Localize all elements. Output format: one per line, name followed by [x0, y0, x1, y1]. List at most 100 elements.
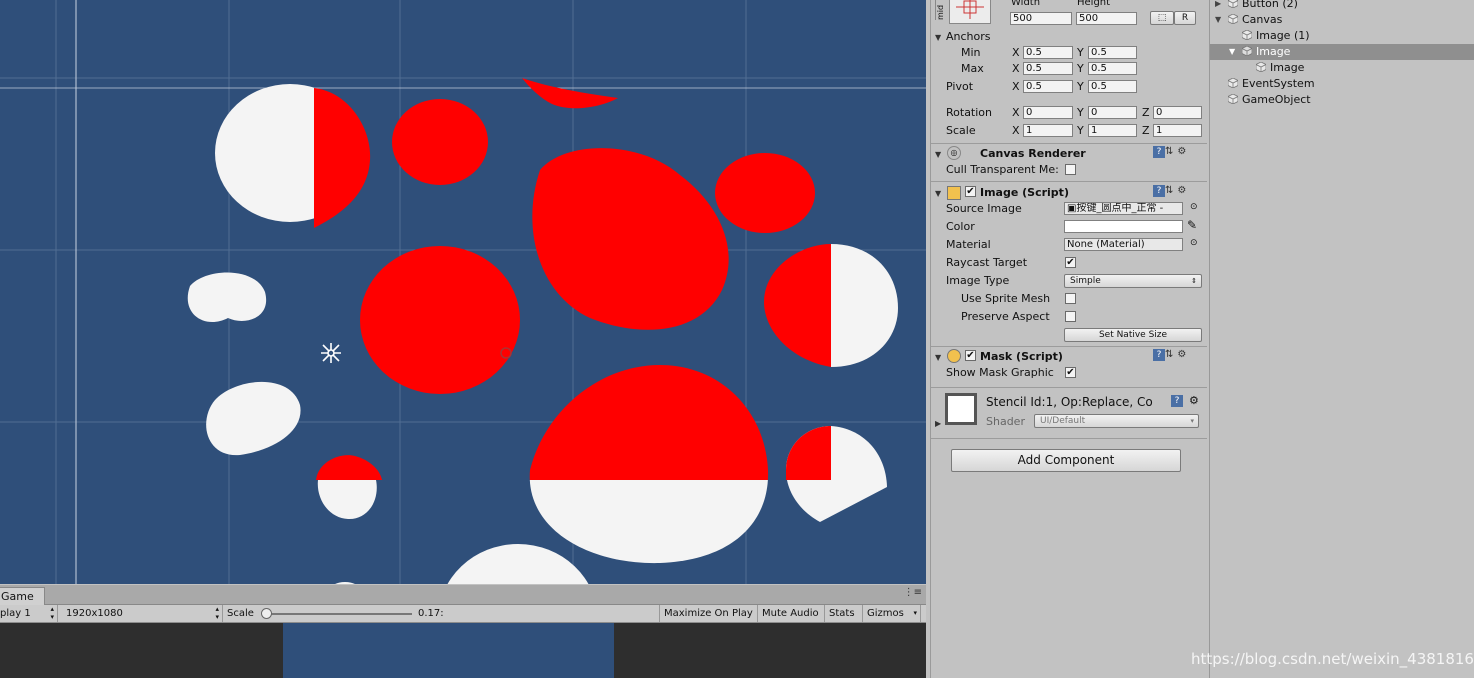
anchor-max-x-field[interactable]: 0.5 — [1023, 62, 1073, 75]
shader-dropdown[interactable]: UI/Default ▾ — [1034, 414, 1199, 428]
material-label: Material — [946, 238, 991, 251]
anchor-preset-button[interactable] — [949, 0, 991, 24]
expanded-arrow-icon[interactable]: ▼ — [1229, 44, 1235, 60]
preset-icon[interactable]: ⇅ — [1165, 146, 1177, 157]
object-picker-icon[interactable]: ⊙ — [1190, 238, 1198, 248]
separator — [931, 346, 1207, 347]
hierarchy-item-label: Button (2) — [1242, 0, 1298, 10]
raw-edit-button[interactable]: R — [1174, 11, 1196, 25]
game-render[interactable] — [283, 623, 614, 678]
pivot-x-field[interactable]: 0.5 — [1023, 80, 1073, 93]
use-sprite-mesh-label: Use Sprite Mesh — [961, 292, 1051, 305]
rotation-z-field[interactable]: 0 — [1153, 106, 1202, 119]
mute-audio-toggle[interactable]: Mute Audio — [758, 605, 825, 622]
anchors-foldout-icon[interactable]: ▼ — [935, 33, 941, 42]
anchor-min-x-field[interactable]: 0.5 — [1023, 46, 1073, 59]
gear-icon[interactable]: ⚙ — [1177, 349, 1190, 360]
cull-transparent-checkbox[interactable] — [1065, 164, 1076, 175]
hierarchy-item-label: Image (1) — [1256, 29, 1310, 42]
anchors-label: Anchors — [946, 30, 991, 43]
hierarchy-item[interactable]: ▼ Canvas — [1210, 12, 1474, 28]
hierarchy-item[interactable]: Image (1) — [1210, 28, 1474, 44]
gear-icon[interactable]: ⚙ — [1177, 185, 1190, 196]
hierarchy-item[interactable]: Image — [1210, 60, 1474, 76]
raycast-target-checkbox[interactable]: ✔ — [1065, 257, 1076, 268]
scale-y-field[interactable]: 1 — [1088, 124, 1137, 137]
preserve-aspect-checkbox[interactable] — [1065, 311, 1076, 322]
rotation-x-field[interactable]: 0 — [1023, 106, 1073, 119]
blueprint-icon: ⬚ — [1157, 13, 1167, 23]
gear-icon[interactable]: ⚙ — [1177, 146, 1190, 157]
help-icon[interactable]: ? — [1153, 349, 1165, 361]
set-native-size-button[interactable]: Set Native Size — [1064, 328, 1202, 342]
source-image-field[interactable]: ▣按键_圆点中_正常 - — [1064, 202, 1183, 215]
blob-red-right — [715, 153, 815, 233]
rotation-x-axis: X — [1012, 106, 1020, 119]
game-tab-bar: Game ⋮≡ — [0, 585, 926, 605]
image-component-icon — [947, 186, 961, 200]
display-dropdown-value: play 1 — [0, 608, 31, 619]
tab-game[interactable]: Game — [0, 587, 45, 605]
gizmos-dropdown[interactable]: Gizmos ▾ — [863, 605, 921, 622]
stats-toggle[interactable]: Stats — [825, 605, 863, 622]
gear-icon[interactable]: ⚙ — [1189, 394, 1199, 407]
hierarchy-item[interactable]: ▶ Button (2) — [1210, 0, 1474, 12]
show-mask-graphic-checkbox[interactable]: ✔ — [1065, 367, 1076, 378]
scale-slider-thumb[interactable] — [260, 608, 272, 619]
resolution-dropdown-value: 1920x1080 — [66, 608, 123, 619]
anchor-max-y-field[interactable]: 0.5 — [1088, 62, 1137, 75]
scale-x-field[interactable]: 1 — [1023, 124, 1073, 137]
eyedropper-icon[interactable]: ✎ — [1187, 218, 1197, 232]
component-header-icons[interactable]: ? ⇅⚙ — [1153, 185, 1190, 197]
mask-enabled-checkbox[interactable]: ✔ — [965, 350, 976, 361]
scene-canvas — [0, 0, 926, 584]
gameobject-icon — [1255, 61, 1267, 73]
hierarchy-item[interactable]: GameObject — [1210, 92, 1474, 108]
use-sprite-mesh-checkbox[interactable] — [1065, 293, 1076, 304]
resolution-dropdown[interactable]: 1920x1080 ▴ ▾ — [62, 605, 223, 622]
panel-menu-icon[interactable]: ⋮≡ — [904, 587, 922, 598]
width-field[interactable]: 500 — [1010, 12, 1072, 25]
scene-view[interactable] — [0, 0, 926, 584]
display-dropdown[interactable]: play 1 ▴ ▾ — [0, 605, 58, 622]
image-script-title: Image (Script) — [980, 186, 1069, 199]
scale-y-axis: Y — [1077, 124, 1084, 137]
move-gizmo[interactable] — [321, 343, 341, 363]
material-foldout-icon[interactable]: ▶ — [935, 419, 941, 428]
help-icon[interactable]: ? — [1171, 395, 1183, 407]
dropdown-arrow-icon: ▾ — [913, 609, 917, 617]
add-component-button[interactable]: Add Component — [951, 449, 1181, 472]
object-picker-icon[interactable]: ⊙ — [1190, 202, 1198, 212]
preset-icon[interactable]: ⇅ — [1165, 185, 1177, 196]
scale-slider-track[interactable] — [266, 613, 412, 615]
hierarchy-item[interactable]: EventSystem — [1210, 76, 1474, 92]
collapsed-arrow-icon[interactable]: ▶ — [1215, 0, 1221, 12]
blueprint-mode-button[interactable]: ⬚ — [1150, 11, 1174, 25]
maximize-on-play-toggle[interactable]: Maximize On Play — [659, 605, 758, 622]
material-field[interactable]: None (Material) — [1064, 238, 1183, 251]
image-type-dropdown[interactable]: Simple ⇕ — [1064, 274, 1202, 288]
stencil-info: Stencil Id:1, Op:Replace, Co — [986, 395, 1153, 409]
canvas-renderer-foldout-icon[interactable]: ▼ — [935, 150, 941, 159]
hierarchy-item[interactable]: ▼ Image — [1210, 44, 1474, 60]
image-enabled-checkbox[interactable]: ✔ — [965, 186, 976, 197]
expanded-arrow-icon[interactable]: ▼ — [1215, 12, 1221, 28]
rotation-label: Rotation — [946, 106, 993, 119]
component-header-icons[interactable]: ? ⇅⚙ — [1153, 146, 1190, 158]
scale-z-field[interactable]: 1 — [1153, 124, 1202, 137]
image-foldout-icon[interactable]: ▼ — [935, 189, 941, 198]
image-type-value: Simple — [1070, 276, 1101, 286]
rotation-y-field[interactable]: 0 — [1088, 106, 1137, 119]
anchor-min-y-field[interactable]: 0.5 — [1088, 46, 1137, 59]
mask-foldout-icon[interactable]: ▼ — [935, 353, 941, 362]
height-field[interactable]: 500 — [1076, 12, 1137, 25]
help-icon[interactable]: ? — [1153, 185, 1165, 197]
max-x-axis: X — [1012, 62, 1020, 75]
color-swatch[interactable] — [1064, 220, 1183, 233]
blob-split-small — [316, 455, 382, 520]
blob-red-sliver — [522, 78, 618, 109]
preset-icon[interactable]: ⇅ — [1165, 349, 1177, 360]
pivot-y-field[interactable]: 0.5 — [1088, 80, 1137, 93]
component-header-icons[interactable]: ? ⇅⚙ — [1153, 349, 1190, 361]
help-icon[interactable]: ? — [1153, 146, 1165, 158]
